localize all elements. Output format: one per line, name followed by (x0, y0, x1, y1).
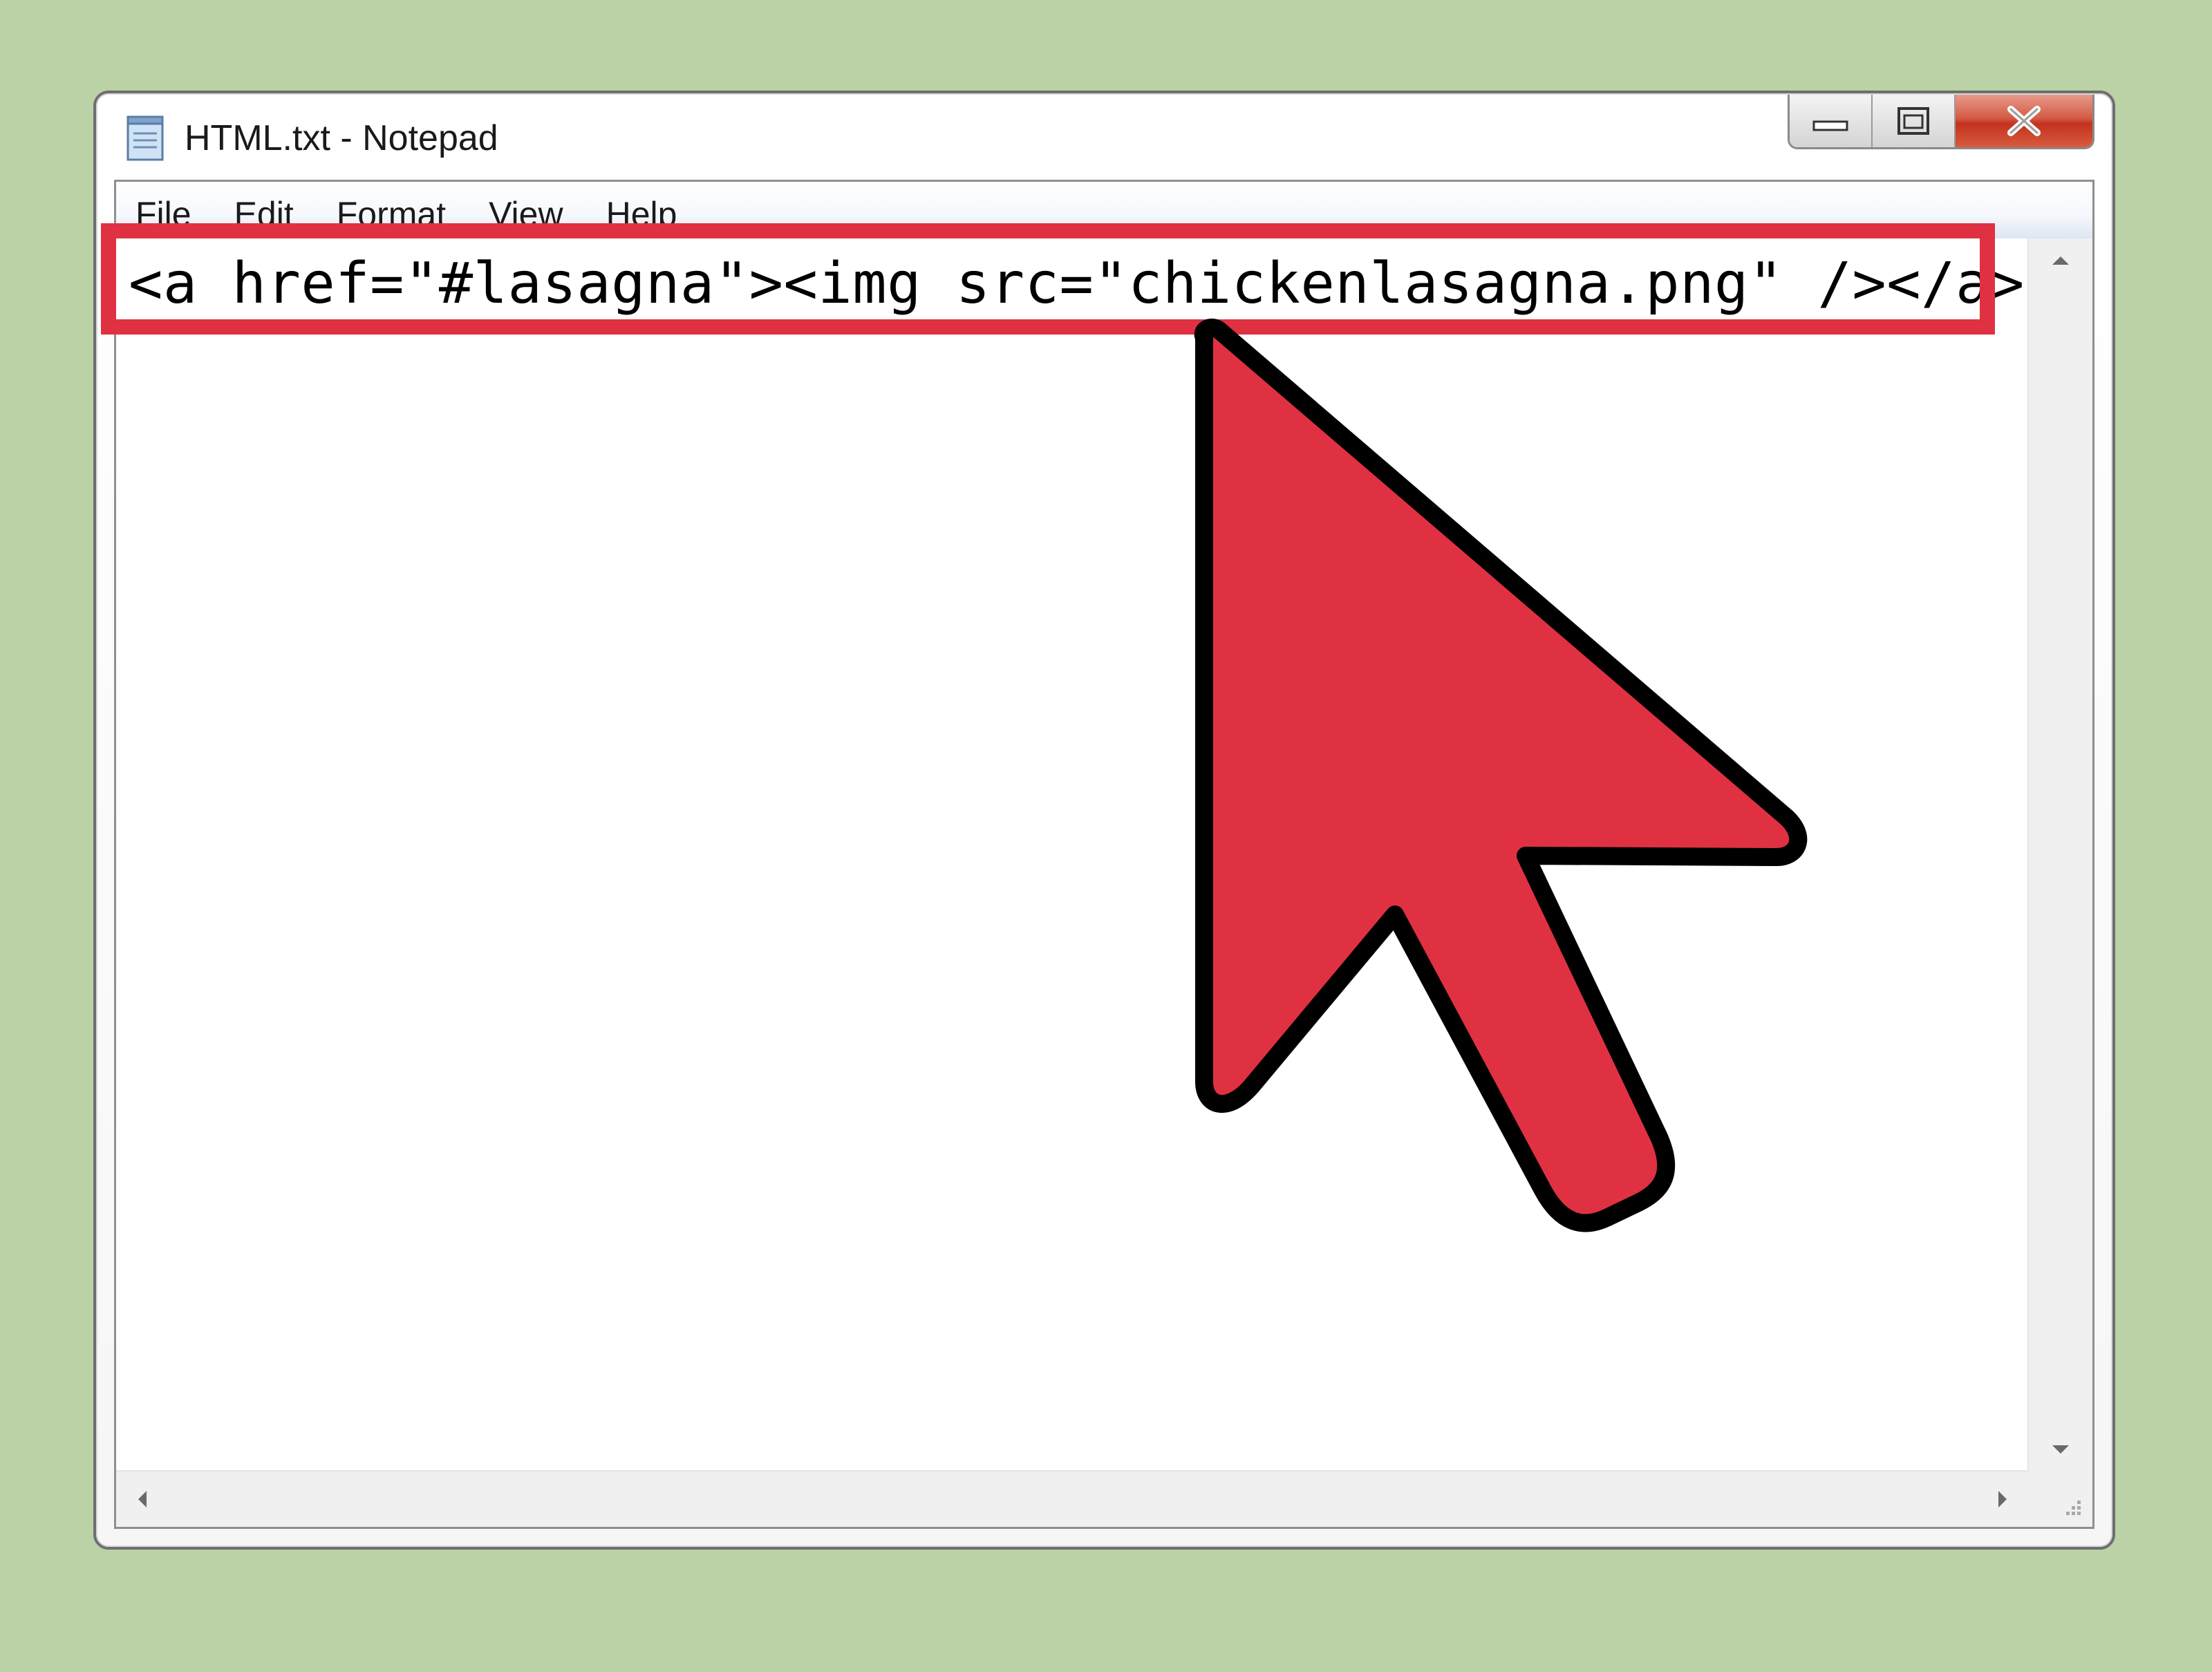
notepad-window: HTML.txt - Notepad File Edit Format View… (93, 91, 2115, 1550)
resize-grip-icon (2066, 1501, 2081, 1515)
menu-help[interactable]: Help (606, 190, 677, 238)
scroll-down-icon[interactable] (2050, 1443, 2072, 1458)
title-bar[interactable]: HTML.txt - Notepad (96, 93, 2112, 180)
scroll-right-icon[interactable] (1996, 1488, 2011, 1510)
code-line: <a href="#lasagna"><img src="chickenlasa… (129, 251, 2025, 317)
size-grip[interactable] (2029, 1472, 2092, 1527)
scroll-left-icon[interactable] (134, 1488, 149, 1510)
minimize-icon (1812, 120, 1848, 131)
client-area: File Edit Format View Help <a href="#las… (114, 180, 2094, 1529)
caption-buttons (1788, 95, 2094, 149)
scroll-up-icon[interactable] (2050, 252, 2072, 267)
menu-format[interactable]: Format (337, 190, 446, 238)
text-editor[interactable]: <a href="#lasagna"><img src="chickenlasa… (116, 238, 2029, 1472)
horizontal-scrollbar[interactable] (116, 1470, 2029, 1527)
menu-view[interactable]: View (489, 190, 563, 238)
close-button[interactable] (1956, 95, 2092, 147)
minimize-button[interactable] (1790, 95, 1873, 147)
maximize-button[interactable] (1873, 95, 1956, 147)
vertical-scrollbar[interactable] (2027, 238, 2092, 1472)
menu-edit[interactable]: Edit (234, 190, 294, 238)
window-title: HTML.txt - Notepad (185, 118, 498, 158)
maximize-icon (1897, 107, 1929, 135)
menu-file[interactable]: File (135, 190, 191, 238)
notepad-icon (126, 115, 164, 161)
menu-bar: File Edit Format View Help (116, 182, 2092, 238)
close-icon (2007, 106, 2041, 136)
